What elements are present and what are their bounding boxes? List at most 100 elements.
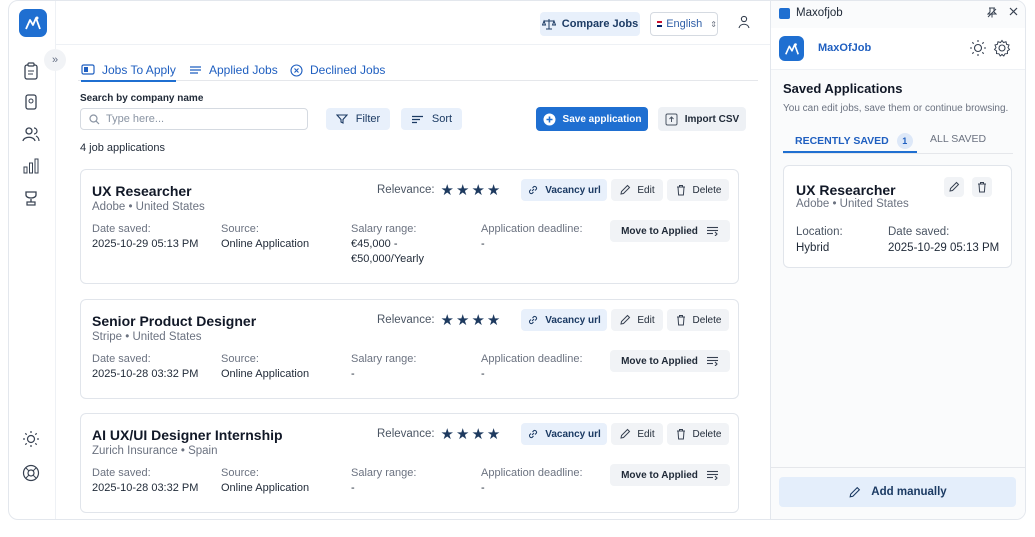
edit-button[interactable]: Edit <box>611 179 663 201</box>
tab-jobs-to-apply[interactable]: Jobs To Apply <box>81 59 176 82</box>
vacancy-url-label: Vacancy url <box>545 428 601 440</box>
gear-icon[interactable] <box>993 39 1011 62</box>
saved-job-card[interactable]: UX Researcher Adobe • United States Loca… <box>783 165 1012 268</box>
source-field: Source: Online Application <box>221 352 309 381</box>
vacancy-url-button[interactable]: Vacancy url <box>521 423 607 445</box>
relevance-label: Relevance: <box>377 314 435 326</box>
language-select[interactable]: English ⇕ <box>650 12 718 36</box>
compare-jobs-button[interactable]: Compare Jobs <box>540 12 640 36</box>
move-to-applied-label: Move to Applied <box>621 469 698 481</box>
deadline-field: Application deadline: - <box>481 466 583 495</box>
support-icon[interactable] <box>21 463 41 483</box>
rating-stars: ★ ★ ★ ★ <box>441 425 501 443</box>
delete-button[interactable]: Delete <box>667 179 729 201</box>
job-card[interactable]: AI UX/UI Designer Internship Zurich Insur… <box>80 413 739 513</box>
vacancy-url-button[interactable]: Vacancy url <box>521 179 607 201</box>
edit-label: Edit <box>637 184 655 196</box>
panel-brand-name: MaxOfJob <box>818 42 872 54</box>
relevance-rating: Relevance: ★ ★ ★ ★ <box>377 425 500 443</box>
search-input[interactable]: Type here... <box>80 108 308 130</box>
tab-applied-jobs[interactable]: Applied Jobs <box>189 59 278 81</box>
uk-flag-icon <box>657 21 663 27</box>
import-csv-button[interactable]: Import CSV <box>658 107 746 131</box>
date-saved-label: Date saved: <box>92 467 151 479</box>
sort-label: Sort <box>431 113 453 125</box>
location-label: Location: <box>796 226 843 238</box>
add-manually-label: Add manually <box>871 486 947 498</box>
deadline-label: Application deadline: <box>481 223 583 235</box>
bar-chart-icon[interactable] <box>21 156 41 176</box>
filter-icon <box>335 114 348 124</box>
move-to-applied-label: Move to Applied <box>621 225 698 237</box>
sun-icon[interactable] <box>21 429 41 449</box>
star-icon[interactable]: ★ <box>441 311 454 329</box>
left-rail: » <box>9 1 66 519</box>
save-application-button[interactable]: Save application <box>536 107 648 131</box>
star-icon[interactable]: ★ <box>487 181 500 199</box>
saved-job-title: UX Researcher <box>796 182 896 198</box>
trash-icon[interactable] <box>972 177 992 197</box>
delete-button[interactable]: Delete <box>667 423 729 445</box>
edit-button[interactable]: Edit <box>611 423 663 445</box>
tab-applied-jobs-label: Applied Jobs <box>209 63 278 77</box>
move-to-applied-button[interactable]: Move to Applied <box>610 220 730 242</box>
salary-value: - <box>351 368 355 380</box>
top-bar: Compare Jobs English ⇕ <box>56 1 775 45</box>
search-placeholder: Type here... <box>106 113 165 125</box>
date-saved-value: 2025-10-29 05:13 PM <box>888 242 1000 254</box>
trophy-icon[interactable] <box>21 188 41 208</box>
star-icon[interactable]: ★ <box>456 311 469 329</box>
relevance-label: Relevance: <box>377 428 435 440</box>
vacancy-url-label: Vacancy url <box>545 314 601 326</box>
star-icon[interactable]: ★ <box>471 311 484 329</box>
filter-button[interactable]: Filter <box>326 108 390 130</box>
relevance-rating: Relevance: ★ ★ ★ ★ <box>377 311 500 329</box>
salary-label: Salary range: <box>351 353 417 365</box>
move-to-applied-button[interactable]: Move to Applied <box>610 464 730 486</box>
tab-jobs-to-apply-label: Jobs To Apply <box>102 62 176 77</box>
star-icon[interactable]: ★ <box>471 425 484 443</box>
compare-jobs-label: Compare Jobs <box>561 18 639 30</box>
list-arrow-icon <box>706 470 718 480</box>
salary-value: €45,000 - <box>351 238 398 250</box>
star-icon[interactable]: ★ <box>441 181 454 199</box>
tab-declined-jobs[interactable]: Declined Jobs <box>290 59 385 81</box>
close-icon[interactable] <box>1009 7 1018 19</box>
panel-window-title-text: Maxofjob <box>796 7 843 19</box>
tab-recently-saved[interactable]: RECENTLY SAVED 1 <box>795 133 913 149</box>
star-icon[interactable]: ★ <box>441 425 454 443</box>
job-card[interactable]: UX Researcher Adobe • United States Releva… <box>80 169 739 284</box>
x-circle-icon <box>290 63 303 77</box>
document-icon[interactable] <box>21 92 41 112</box>
move-to-applied-button[interactable]: Move to Applied <box>610 350 730 372</box>
user-icon[interactable] <box>738 15 750 34</box>
edit-label: Edit <box>637 314 655 326</box>
star-icon[interactable]: ★ <box>487 425 500 443</box>
delete-button[interactable]: Delete <box>667 309 729 331</box>
pin-icon[interactable] <box>986 7 998 21</box>
job-title: UX Researcher <box>92 183 192 199</box>
location-value: Hybrid <box>796 242 830 254</box>
star-icon[interactable]: ★ <box>471 181 484 199</box>
search-icon <box>89 113 100 124</box>
theme-sun-icon[interactable] <box>969 39 987 62</box>
trash-icon <box>676 315 685 326</box>
sort-button[interactable]: Sort <box>401 108 462 130</box>
tab-all-saved[interactable]: ALL SAVED <box>930 133 986 145</box>
vacancy-url-button[interactable]: Vacancy url <box>521 309 607 331</box>
star-icon[interactable]: ★ <box>456 181 469 199</box>
star-icon[interactable]: ★ <box>487 311 500 329</box>
panel-window-title: Maxofjob <box>779 7 843 19</box>
job-card[interactable]: Senior Product Designer Stripe • United S… <box>80 299 739 399</box>
date-saved-label: Date saved: <box>92 353 151 365</box>
star-icon[interactable]: ★ <box>456 425 469 443</box>
add-manually-button[interactable]: Add manually <box>779 477 1016 507</box>
edit-button[interactable]: Edit <box>611 309 663 331</box>
mini-logo-icon <box>779 7 790 19</box>
salary-field: Salary range: - <box>351 352 416 382</box>
app-logo[interactable] <box>19 9 47 37</box>
clipboard-icon[interactable] <box>21 61 41 81</box>
edit-pencil-icon[interactable] <box>944 177 964 197</box>
sort-icon <box>411 115 423 123</box>
users-icon[interactable] <box>21 124 41 144</box>
